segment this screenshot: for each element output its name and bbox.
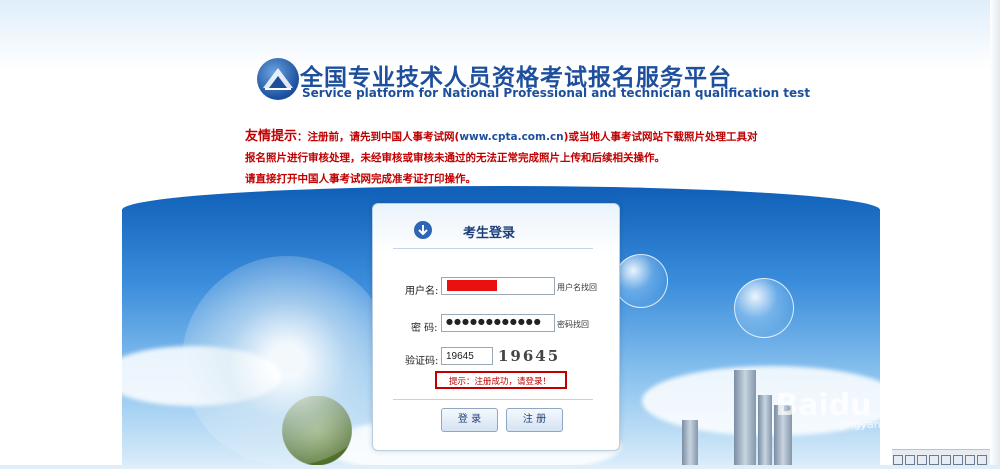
captcha-label: 验证码:: [405, 356, 439, 367]
password-input[interactable]: ●●●●●●●●●●●●: [441, 314, 555, 332]
dandelion-image: [182, 256, 392, 465]
window-edge: [990, 0, 1000, 465]
captcha-input[interactable]: [441, 347, 493, 365]
username-label: 用户名:: [405, 286, 439, 297]
tray-icon[interactable]: [917, 455, 927, 465]
login-panel: 考生登录 用户名: 用户名找回 密 码: ●●●●●●●●●●●● 密码找回 验…: [372, 203, 620, 451]
username-recovery-link[interactable]: 用户名找回: [557, 282, 597, 293]
notice-text: 友情提示：注册前，请先到中国人事考试网(www.cpta.com.cn)或当地人…: [245, 126, 765, 190]
building-image: [734, 370, 756, 465]
tray-icon[interactable]: [893, 455, 903, 465]
status-message: 提示：注册成功，请登录！: [435, 371, 567, 389]
password-label: 密 码:: [411, 323, 438, 334]
header: 全国专业技术人员资格考试报名服务平台 Service platform for …: [0, 0, 1000, 190]
arrow-down-icon: [414, 221, 432, 239]
bubble-image: [614, 254, 668, 308]
building-image: [758, 395, 772, 465]
bubble-image: [734, 278, 794, 338]
toolbar-tray: [892, 449, 1000, 466]
divider: [393, 248, 593, 249]
notice-lead: 友情提示: [245, 129, 298, 144]
redaction-mark: [447, 280, 497, 291]
tray-icon[interactable]: [965, 455, 975, 465]
login-title: 考生登录: [463, 226, 516, 241]
watermark-url: jingyan.baidu.com: [840, 418, 942, 431]
building-image: [682, 420, 698, 465]
site-subtitle: Service platform for National Profession…: [302, 86, 811, 100]
divider: [393, 399, 593, 400]
notice-line3: 请直接打开中国人事考试网完成准考证打印操作。: [245, 173, 476, 185]
tray-icon[interactable]: [929, 455, 939, 465]
password-recovery-link[interactable]: 密码找回: [557, 319, 589, 330]
logo-icon: [257, 58, 299, 100]
tray-icon[interactable]: [953, 455, 963, 465]
captcha-image[interactable]: 19645: [498, 347, 560, 365]
tray-icon[interactable]: [941, 455, 951, 465]
register-button[interactable]: 注 册: [506, 408, 563, 432]
cpta-link[interactable]: www.cpta.com.cn: [459, 131, 563, 143]
login-button[interactable]: 登 录: [441, 408, 498, 432]
tray-icon[interactable]: [905, 455, 915, 465]
tray-icon[interactable]: [977, 455, 987, 465]
notice-part1: ：注册前，请先到中国人事考试网(: [297, 131, 460, 143]
